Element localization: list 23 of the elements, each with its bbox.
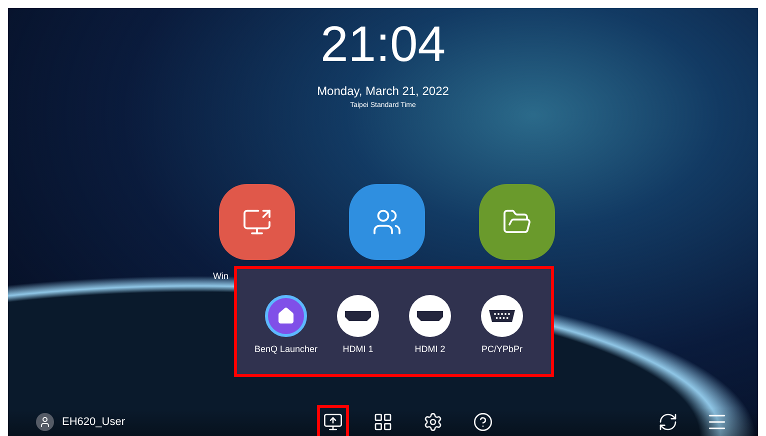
user-avatar[interactable] bbox=[36, 413, 54, 431]
date-text: Monday, March 21, 2022 bbox=[317, 83, 449, 100]
toolbar-button[interactable] bbox=[320, 408, 346, 436]
user-name: EH620_User bbox=[62, 414, 125, 430]
source-option[interactable]: BenQ Launcher bbox=[254, 294, 318, 356]
app-label: Win bbox=[213, 270, 230, 282]
apps-grid-icon[interactable] bbox=[373, 412, 393, 432]
source-option[interactable]: PC/YPbPr bbox=[470, 294, 534, 356]
refresh-icon[interactable] bbox=[658, 412, 678, 432]
app-tile[interactable] bbox=[219, 184, 295, 260]
home-icon bbox=[277, 306, 295, 325]
source-option[interactable]: HDMI 2 bbox=[398, 294, 462, 356]
hdmi-port-icon bbox=[343, 308, 373, 323]
source-option[interactable]: HDMI 1 bbox=[326, 294, 390, 356]
vga-port-icon bbox=[487, 308, 517, 324]
user-icon bbox=[39, 416, 51, 428]
hdmi-port-icon bbox=[415, 308, 445, 323]
clock-time: 21:04 bbox=[320, 15, 446, 74]
settings-icon[interactable] bbox=[423, 412, 443, 432]
app-tile[interactable] bbox=[479, 184, 555, 260]
help-icon[interactable] bbox=[473, 412, 493, 432]
app-tile[interactable] bbox=[349, 184, 425, 260]
input-source-icon[interactable] bbox=[323, 412, 343, 432]
